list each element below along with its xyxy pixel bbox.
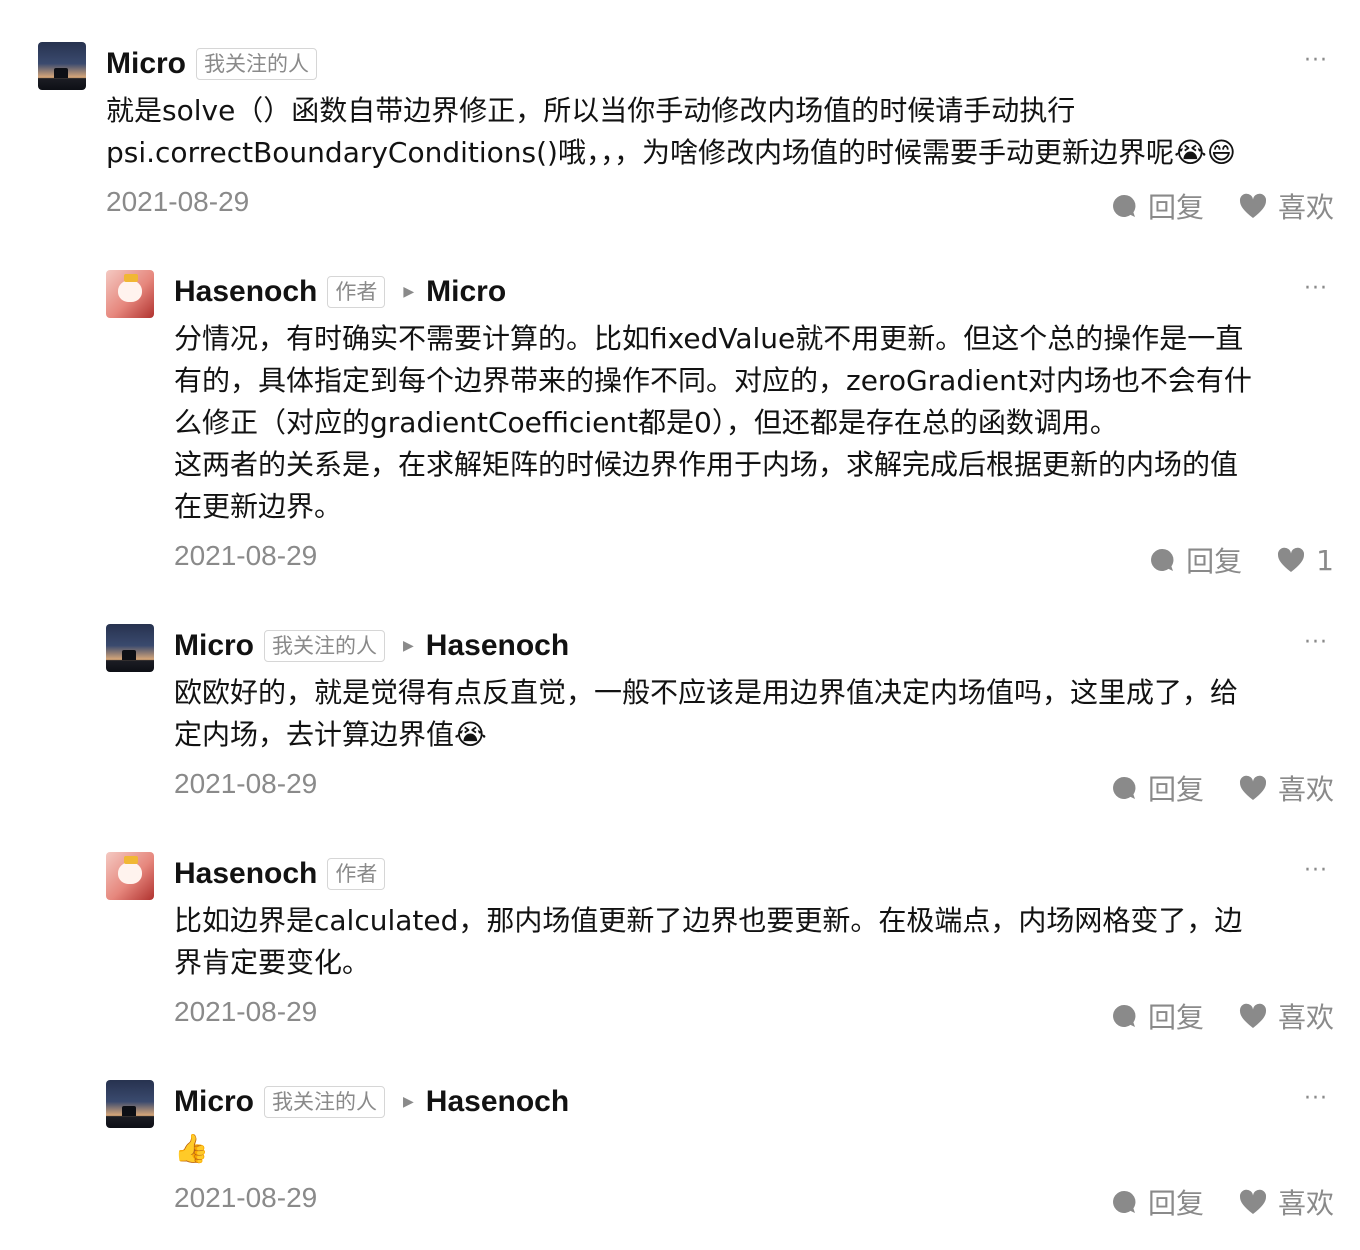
reply-to-name[interactable]: Hasenoch (426, 629, 569, 663)
like-label: 喜欢 (1277, 1187, 1334, 1220)
thumbs-up-emoji: 👍 (174, 1132, 209, 1165)
like-count: 1 (1316, 543, 1334, 577)
comment-actions: 回复 喜欢 (1076, 768, 1334, 808)
reply-icon (1113, 1004, 1136, 1027)
comment-text: 分情况，有时确实不需要计算的。比如fixedValue就不用更新。但这个总的操作… (174, 322, 1252, 523)
author-tag: 我关注的人 (264, 630, 386, 662)
emoji: 😭😄 (1173, 136, 1236, 169)
comment-header: Hasenoch 作者 (174, 854, 386, 894)
reply-to-name[interactable]: Micro (426, 275, 506, 309)
author-name[interactable]: Hasenoch (174, 275, 317, 309)
like-button[interactable]: 喜欢 (1238, 1182, 1334, 1222)
heart-icon (1239, 193, 1267, 218)
comment-actions: 回复 喜欢 (1076, 996, 1334, 1036)
comment-actions: 回复 喜欢 (1076, 1182, 1334, 1222)
more-options-icon[interactable]: ··· (1304, 48, 1328, 73)
reply-label: 回复 (1147, 191, 1204, 224)
reply-icon (1113, 194, 1136, 217)
heart-icon (1239, 1003, 1267, 1028)
reply-arrow-icon: ▶ (403, 284, 415, 300)
reply-button[interactable]: 回复 (1110, 186, 1204, 226)
reply-icon (1113, 1190, 1136, 1213)
like-button[interactable]: 喜欢 (1238, 996, 1334, 1036)
reply-button[interactable]: 回复 (1110, 996, 1204, 1036)
author-tag: 作者 (327, 858, 386, 890)
heart-icon (1239, 775, 1267, 800)
like-label: 喜欢 (1277, 773, 1334, 806)
avatar[interactable] (106, 1080, 154, 1128)
author-name[interactable]: Micro (174, 629, 254, 663)
comment-text: 就是solve（）函数自带边界修正，所以当你手动修改内场值的时候请手动执行 ps… (106, 90, 1236, 174)
author-name[interactable]: Micro (174, 1085, 254, 1119)
more-options-icon[interactable]: ··· (1304, 1086, 1328, 1111)
like-label: 喜欢 (1277, 1001, 1334, 1034)
comment-date: 2021-08-29 (174, 1182, 318, 1213)
comment-header: Micro 我关注的人 (106, 44, 318, 84)
emoji: 😭 (454, 718, 487, 751)
more-options-icon[interactable]: ··· (1304, 276, 1328, 301)
comment-header: Micro 我关注的人 ▶ Hasenoch (174, 1082, 569, 1122)
reply-label: 回复 (1147, 1001, 1204, 1034)
avatar[interactable] (106, 270, 154, 318)
avatar[interactable] (38, 42, 86, 90)
reply-button[interactable]: 回复 (1110, 1182, 1204, 1222)
author-tag: 我关注的人 (196, 48, 318, 80)
comment-date: 2021-08-29 (106, 186, 250, 217)
like-button[interactable]: 喜欢 (1238, 768, 1334, 808)
reply-button[interactable]: 回复 (1148, 540, 1242, 580)
comment-text: 比如边界是calculated，那内场值更新了边界也要更新。在极端点，内场网格变… (174, 904, 1243, 979)
reply-arrow-icon: ▶ (403, 1094, 414, 1110)
reply-label: 回复 (1147, 1187, 1204, 1220)
author-tag: 我关注的人 (264, 1086, 386, 1118)
comment-actions: 回复 喜欢 (1076, 186, 1334, 226)
heart-icon (1278, 547, 1305, 572)
heart-icon (1239, 1189, 1267, 1214)
reply-arrow-icon: ▶ (403, 638, 414, 654)
author-name[interactable]: Micro (106, 47, 186, 81)
reply-label: 回复 (1147, 773, 1204, 806)
like-button[interactable]: 喜欢 (1238, 186, 1334, 226)
comment-date: 2021-08-29 (174, 996, 318, 1027)
avatar[interactable] (106, 852, 154, 900)
more-options-icon[interactable]: ··· (1304, 858, 1328, 883)
reply-label: 回复 (1186, 545, 1243, 578)
author-name[interactable]: Hasenoch (174, 857, 317, 891)
reply-icon (1113, 776, 1136, 799)
reply-icon (1151, 548, 1174, 571)
like-button[interactable]: 1 (1276, 544, 1334, 577)
comment-text: 欧欧好的，就是觉得有点反直觉，一般不应该是用边界值决定内场值吗，这里成了，给 定… (174, 672, 1238, 756)
comment-actions: 回复 1 (1114, 540, 1334, 580)
avatar[interactable] (106, 624, 154, 672)
reply-to-name[interactable]: Hasenoch (426, 1085, 569, 1119)
author-tag: 作者 (327, 276, 386, 308)
more-options-icon[interactable]: ··· (1304, 630, 1328, 655)
comment-header: Micro 我关注的人 ▶ Hasenoch (174, 626, 569, 666)
comment-date: 2021-08-29 (174, 540, 318, 571)
like-label: 喜欢 (1277, 191, 1334, 224)
comment-date: 2021-08-29 (174, 768, 318, 799)
comment-header: Hasenoch 作者 ▶ Micro (174, 272, 506, 312)
comment-text: 👍 (174, 1128, 209, 1170)
reply-button[interactable]: 回复 (1110, 768, 1204, 808)
